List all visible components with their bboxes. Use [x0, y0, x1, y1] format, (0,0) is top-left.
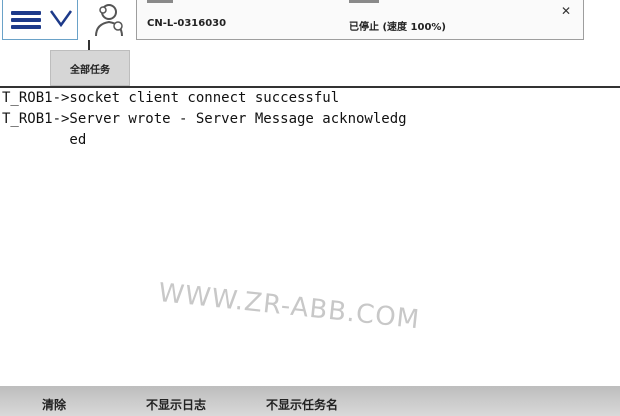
close-icon[interactable]: ✕ [561, 4, 571, 18]
controller-status-panel[interactable]: CN-L-0316030 已停止 (速度 100%) ✕ [136, 0, 584, 40]
log-line: T_ROB1->socket client connect successful [2, 90, 340, 106]
hamburger-menu-icon [11, 11, 41, 29]
bottom-toolbar: 清除 不显示日志 不显示任务名 [0, 386, 620, 416]
log-line: T_ROB1->Server wrote - Server Message ac… [2, 111, 407, 127]
tab-all-tasks[interactable]: 全部任务 [50, 50, 130, 86]
clear-button[interactable]: 清除 [42, 396, 66, 413]
event-log-panel[interactable]: T_ROB1->socket client connect successful… [0, 86, 620, 386]
top-header: CN-L-0316030 已停止 (速度 100%) ✕ [0, 0, 620, 44]
controller-name: CN-L-0316030 [147, 18, 227, 29]
log-line: ed [2, 132, 87, 148]
chevron-down-icon [49, 10, 73, 28]
controller-state: 已停止 (速度 100%) [349, 22, 446, 33]
hide-task-name-button[interactable]: 不显示任务名 [266, 396, 338, 413]
status-label-fragment [349, 0, 379, 3]
hide-log-button[interactable]: 不显示日志 [146, 396, 206, 413]
robot-operator-icon[interactable] [90, 2, 128, 38]
status-label-fragment [147, 0, 173, 3]
main-menu-button[interactable] [2, 0, 78, 40]
watermark: WWW.ZR-ABB.COM [156, 278, 422, 336]
